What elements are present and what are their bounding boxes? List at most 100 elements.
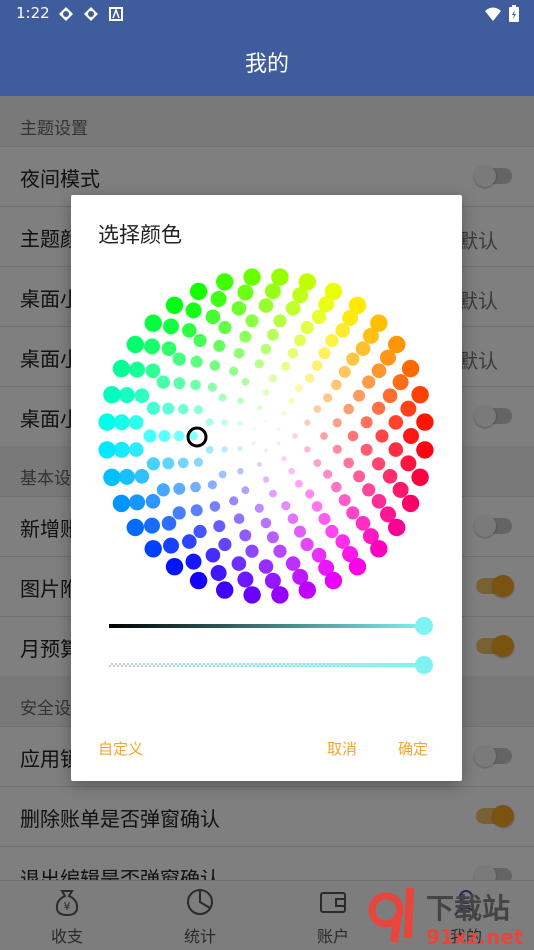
color-dot[interactable] <box>348 558 367 576</box>
color-wheel[interactable] <box>71 195 462 781</box>
color-dot[interactable] <box>185 553 202 570</box>
color-dot[interactable] <box>98 441 116 459</box>
color-dot[interactable] <box>313 405 322 413</box>
color-dot[interactable] <box>144 540 162 558</box>
color-dot[interactable] <box>323 393 333 403</box>
color-dot[interactable] <box>231 556 247 571</box>
color-dot[interactable] <box>360 416 373 429</box>
color-dot[interactable] <box>209 501 221 512</box>
color-dot[interactable] <box>311 501 323 512</box>
color-dot[interactable] <box>243 586 261 604</box>
color-dot[interactable] <box>360 443 373 456</box>
color-dot[interactable] <box>163 537 179 554</box>
color-dot[interactable] <box>294 334 306 347</box>
color-dot[interactable] <box>146 401 160 415</box>
color-dot[interactable] <box>237 468 244 475</box>
color-dot[interactable] <box>193 457 203 467</box>
color-dot[interactable] <box>287 348 299 359</box>
color-dot[interactable] <box>353 389 366 402</box>
color-dot[interactable] <box>400 400 417 417</box>
color-dot[interactable] <box>370 314 388 332</box>
color-dot[interactable] <box>156 375 170 389</box>
color-dot[interactable] <box>388 335 406 354</box>
color-dot[interactable] <box>258 298 274 313</box>
color-dot[interactable] <box>294 525 306 538</box>
color-dot[interactable] <box>161 516 177 531</box>
color-dot[interactable] <box>298 273 316 291</box>
color-dot[interactable] <box>285 556 301 571</box>
color-dot[interactable] <box>162 457 175 470</box>
color-dot[interactable] <box>165 296 184 314</box>
lightness-slider[interactable] <box>109 617 433 635</box>
color-dot[interactable] <box>400 455 417 472</box>
color-dot[interactable] <box>256 461 263 467</box>
color-dot[interactable] <box>233 513 245 524</box>
color-dot[interactable] <box>338 365 351 378</box>
color-dot[interactable] <box>416 441 434 459</box>
color-dot[interactable] <box>243 268 261 286</box>
color-dot[interactable] <box>231 301 247 316</box>
color-dot[interactable] <box>331 379 342 391</box>
color-dot[interactable] <box>182 534 197 549</box>
alpha-thumb[interactable] <box>415 656 433 674</box>
color-dot[interactable] <box>411 386 429 404</box>
color-dot[interactable] <box>305 489 315 499</box>
color-dot[interactable] <box>273 314 287 328</box>
color-dot[interactable] <box>300 537 314 552</box>
color-dot[interactable] <box>318 512 331 525</box>
color-dot[interactable] <box>371 494 387 509</box>
color-dot[interactable] <box>178 457 189 469</box>
color-dot[interactable] <box>346 352 360 366</box>
color-dot[interactable] <box>325 333 339 348</box>
color-dot[interactable] <box>262 476 270 483</box>
color-dot[interactable] <box>178 403 189 415</box>
color-dot[interactable] <box>216 273 234 291</box>
color-dot[interactable] <box>269 374 277 383</box>
color-dot[interactable] <box>237 420 243 426</box>
color-dot[interactable] <box>189 282 208 301</box>
color-dot[interactable] <box>193 524 207 539</box>
color-dot[interactable] <box>287 513 299 524</box>
color-dot[interactable] <box>256 405 263 411</box>
color-dot[interactable] <box>324 282 343 301</box>
color-dot[interactable] <box>216 581 234 599</box>
color-dot[interactable] <box>370 540 388 558</box>
alpha-slider[interactable] <box>109 656 433 674</box>
color-dot[interactable] <box>331 481 342 493</box>
color-dot[interactable] <box>288 397 295 404</box>
color-dot[interactable] <box>218 320 232 335</box>
color-dot[interactable] <box>281 361 291 371</box>
color-dot[interactable] <box>298 581 316 599</box>
color-dot[interactable] <box>218 537 232 552</box>
color-dot[interactable] <box>239 330 252 343</box>
color-dot[interactable] <box>332 418 342 428</box>
color-dot[interactable] <box>173 482 186 495</box>
color-dot[interactable] <box>126 335 144 354</box>
color-dot[interactable] <box>271 586 289 604</box>
color-dot[interactable] <box>300 320 314 335</box>
color-dot[interactable] <box>355 516 371 531</box>
color-dot[interactable] <box>311 360 323 371</box>
color-dot[interactable] <box>372 457 386 471</box>
color-dot[interactable] <box>172 352 186 366</box>
color-dot[interactable] <box>221 446 228 453</box>
color-dot[interactable] <box>144 517 160 534</box>
color-dot[interactable] <box>304 446 311 453</box>
color-dot[interactable] <box>260 517 272 529</box>
color-dot[interactable] <box>281 501 291 511</box>
color-dot[interactable] <box>193 333 207 348</box>
color-dot[interactable] <box>292 433 298 439</box>
color-dot[interactable] <box>213 520 226 533</box>
color-dot[interactable] <box>129 361 146 378</box>
color-dot[interactable] <box>190 355 203 368</box>
color-dot[interactable] <box>156 483 170 497</box>
color-dot[interactable] <box>241 486 250 495</box>
color-dot[interactable] <box>288 468 295 475</box>
color-dot[interactable] <box>163 318 179 335</box>
color-dot[interactable] <box>372 401 386 415</box>
color-dot[interactable] <box>401 359 420 378</box>
color-dot[interactable] <box>305 373 315 383</box>
color-dot[interactable] <box>401 494 420 513</box>
color-dot[interactable] <box>281 410 287 416</box>
color-dot[interactable] <box>258 559 274 574</box>
